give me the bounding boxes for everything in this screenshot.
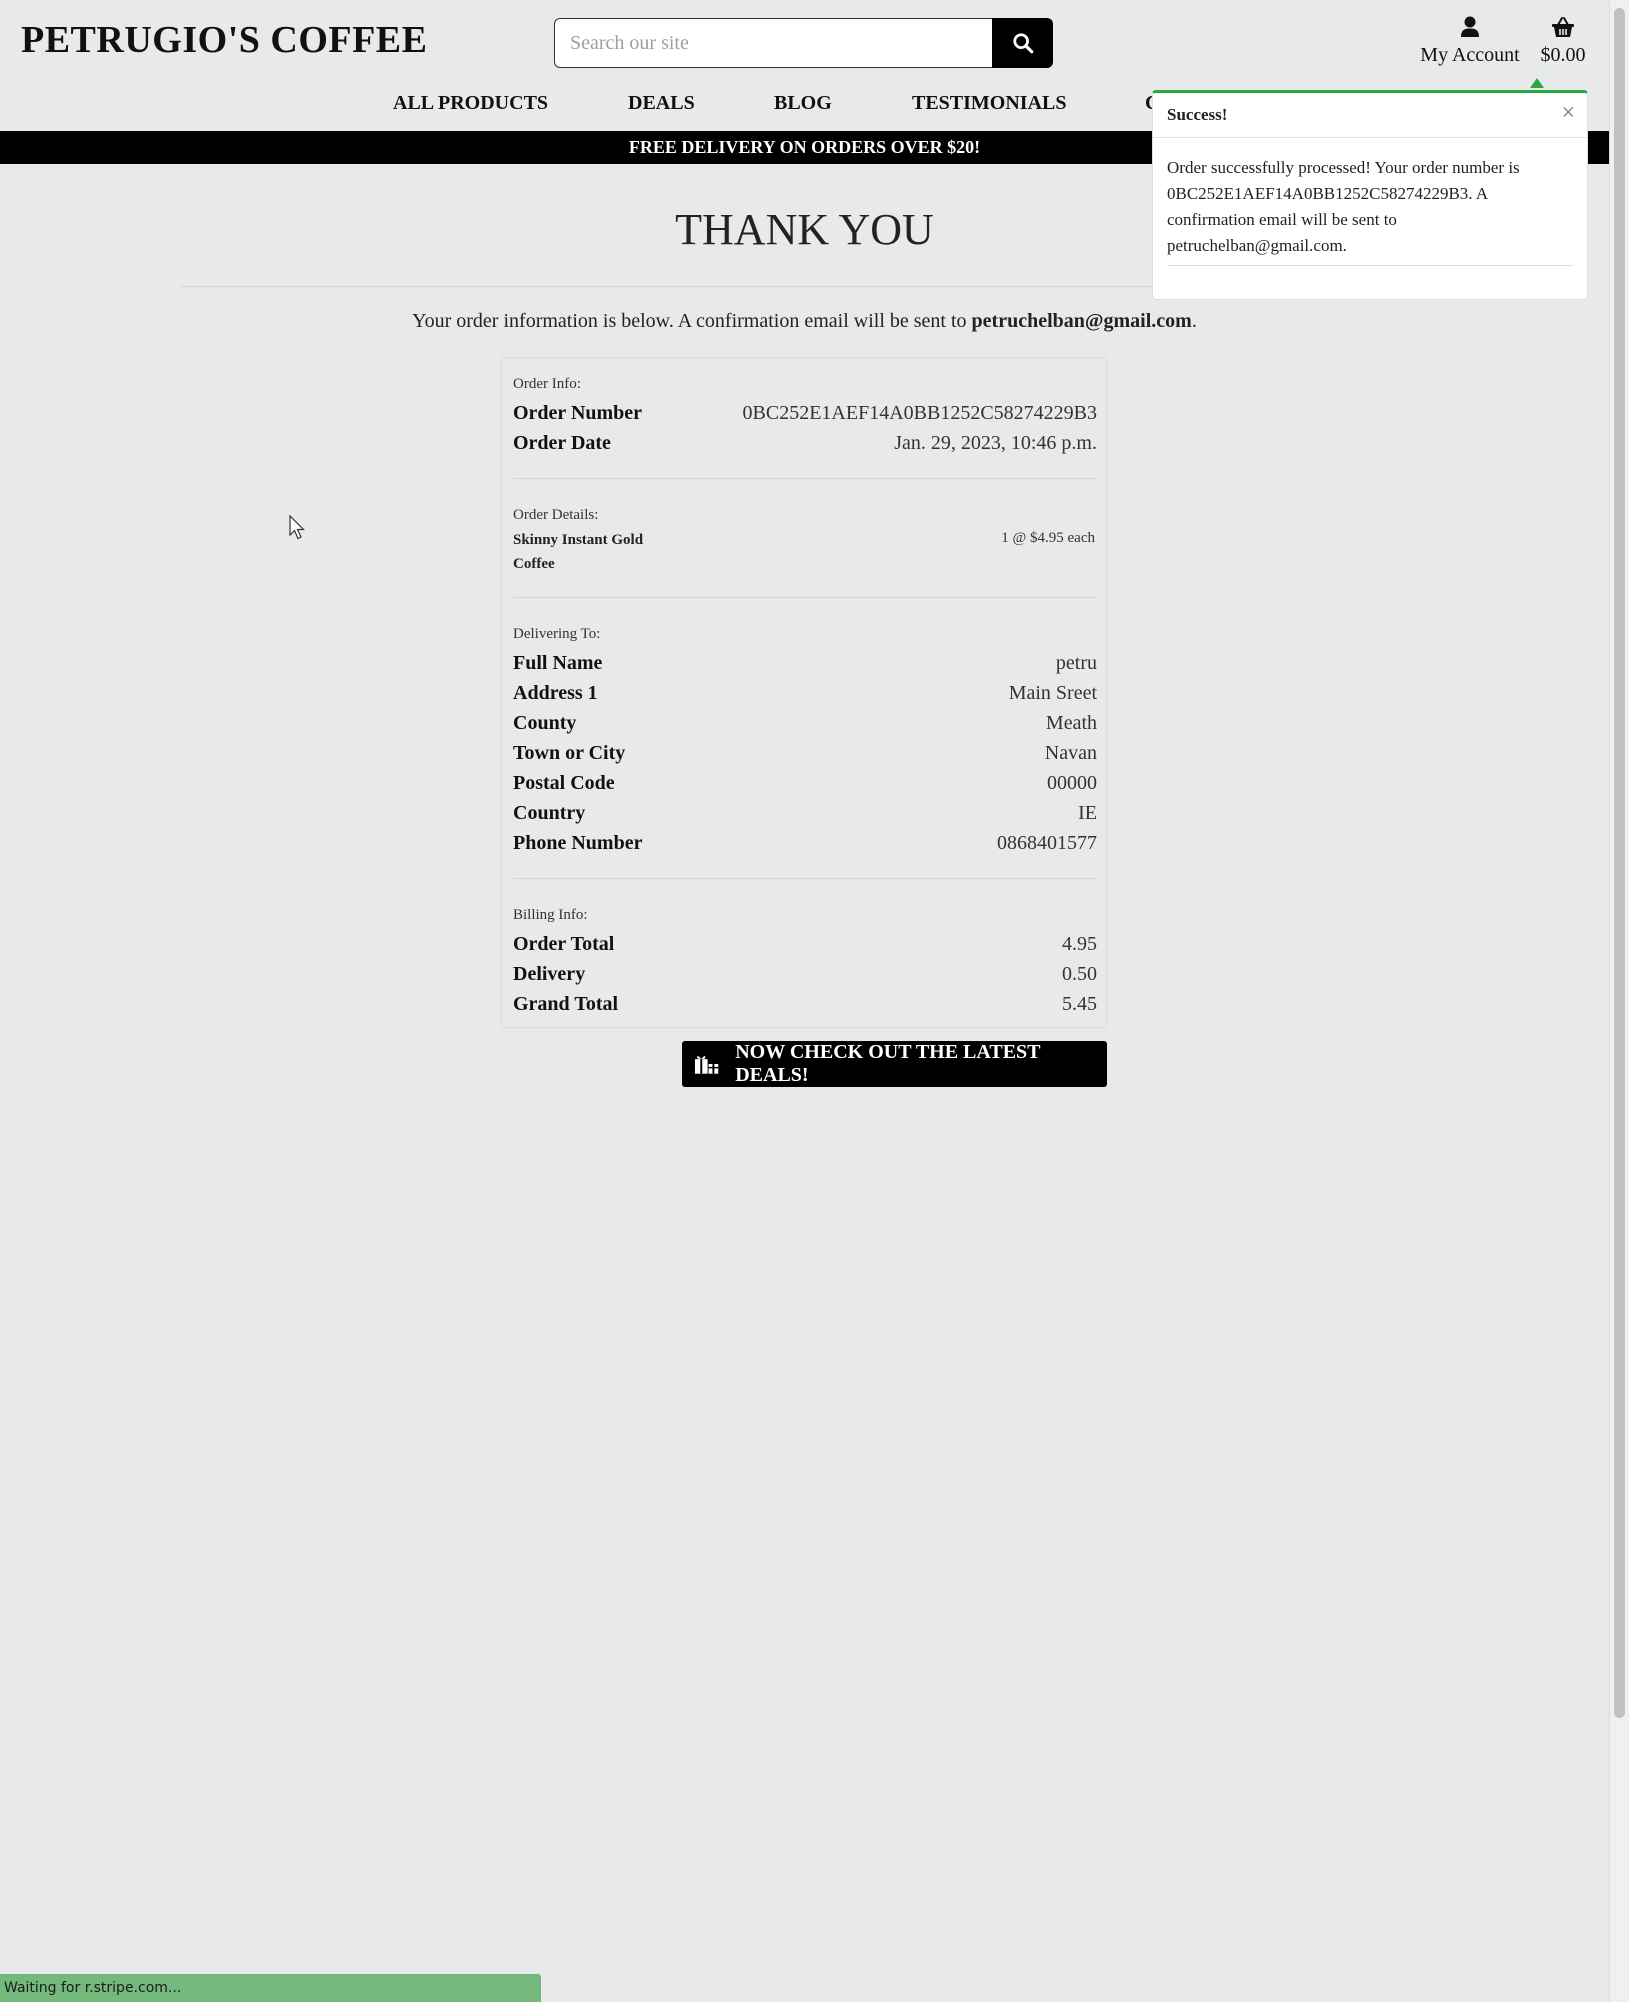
toast-arrow <box>1530 78 1544 88</box>
nav-testimonials[interactable]: TESTIMONIALS <box>912 92 1067 115</box>
site-logo[interactable]: PETRUGIO'S COFFEE <box>21 18 428 62</box>
latest-deals-label: NOW CHECK OUT THE LATEST DEALS! <box>735 1041 1041 1086</box>
intro-text: Your order information is below. A confi… <box>412 310 972 332</box>
success-toast: Success! × Order successfully processed!… <box>1152 90 1588 300</box>
latest-deals-button[interactable]: NOW CHECK OUT THE LATEST DEALS! <box>682 1041 1107 1087</box>
shopping-bag-link[interactable]: $0.00 <box>1538 16 1588 67</box>
close-icon[interactable]: × <box>1561 101 1575 125</box>
delivery-label: Town or City <box>513 742 626 764</box>
search-button[interactable] <box>992 18 1053 68</box>
delivery-value: Meath <box>1045 712 1097 734</box>
basket-icon <box>1552 17 1574 37</box>
search-icon <box>1012 33 1033 54</box>
order-info-label: Order Info: <box>513 376 581 392</box>
user-icon <box>1461 16 1479 37</box>
toast-header-divider <box>1153 137 1587 138</box>
nav-all-products[interactable]: ALL PRODUCTS <box>393 92 548 115</box>
billing-label: Delivery <box>513 963 586 985</box>
nav-blog[interactable]: BLOG <box>774 92 832 115</box>
order-details-label: Order Details: <box>513 507 599 523</box>
delivery-label: Postal Code <box>513 772 615 794</box>
delivery-value: petru <box>1055 652 1097 674</box>
intro-suffix: . <box>1191 310 1197 332</box>
search-form <box>554 18 1053 68</box>
browser-status-bar: Waiting for r.stripe.com... <box>0 1974 541 2002</box>
bag-total: $0.00 <box>1540 44 1586 66</box>
delivery-value: 00000 <box>1047 772 1097 794</box>
intro-email: petruchelban@gmail.com <box>971 310 1192 332</box>
item-quantity-price: 1 @ $4.95 each <box>1001 530 1095 546</box>
order-date-label: Order Date <box>513 432 611 454</box>
delivery-label: Country <box>513 802 586 824</box>
billing-value: 0.50 <box>1062 963 1097 985</box>
order-intro: Your order information is below. A confi… <box>0 310 1609 333</box>
order-date-value: Jan. 29, 2023, 10:46 p.m. <box>894 432 1097 454</box>
item-name: Skinny Instant Gold Coffee <box>513 532 644 572</box>
toast-message: Order successfully processed! Your order… <box>1167 158 1520 255</box>
billing-value: 5.45 <box>1062 993 1097 1015</box>
my-account-label: My Account <box>1420 44 1520 66</box>
toast-body-divider <box>1167 265 1573 266</box>
delivery-label: Address 1 <box>513 682 598 704</box>
order-summary-card: Order Info: Order Number 0BC252E1AEF14A0… <box>501 357 1107 1028</box>
billing-label: Order Total <box>513 933 615 955</box>
billing-value: 4.95 <box>1062 933 1097 955</box>
mouse-cursor-icon <box>289 515 305 540</box>
billing-label: Grand Total <box>513 993 619 1015</box>
delivery-label: County <box>513 712 577 734</box>
scrollbar-thumb[interactable] <box>1614 8 1625 1718</box>
delivery-label: Phone Number <box>513 832 643 854</box>
section-divider <box>513 478 1097 479</box>
delivery-value: Main Sreet <box>1008 682 1097 704</box>
section-divider <box>513 878 1097 879</box>
my-account-link[interactable]: My Account <box>1418 16 1522 67</box>
nav-deals[interactable]: DEALS <box>628 92 695 115</box>
delivery-value: IE <box>1078 802 1097 824</box>
order-number-value: 0BC252E1AEF14A0BB1252C58274229B3 <box>742 402 1097 424</box>
billing-info-label: Billing Info: <box>513 907 588 923</box>
gifts-icon <box>694 1056 719 1074</box>
order-number-label: Order Number <box>513 402 643 424</box>
delivery-value: 0868401577 <box>997 832 1097 854</box>
search-input[interactable] <box>554 18 992 68</box>
delivery-value: Navan <box>1044 742 1097 764</box>
section-divider <box>513 597 1097 598</box>
page-scrollbar[interactable] <box>1609 0 1629 2002</box>
toast-title: Success! <box>1167 105 1228 124</box>
delivery-label: Full Name <box>513 652 603 674</box>
delivering-to-label: Delivering To: <box>513 626 601 642</box>
